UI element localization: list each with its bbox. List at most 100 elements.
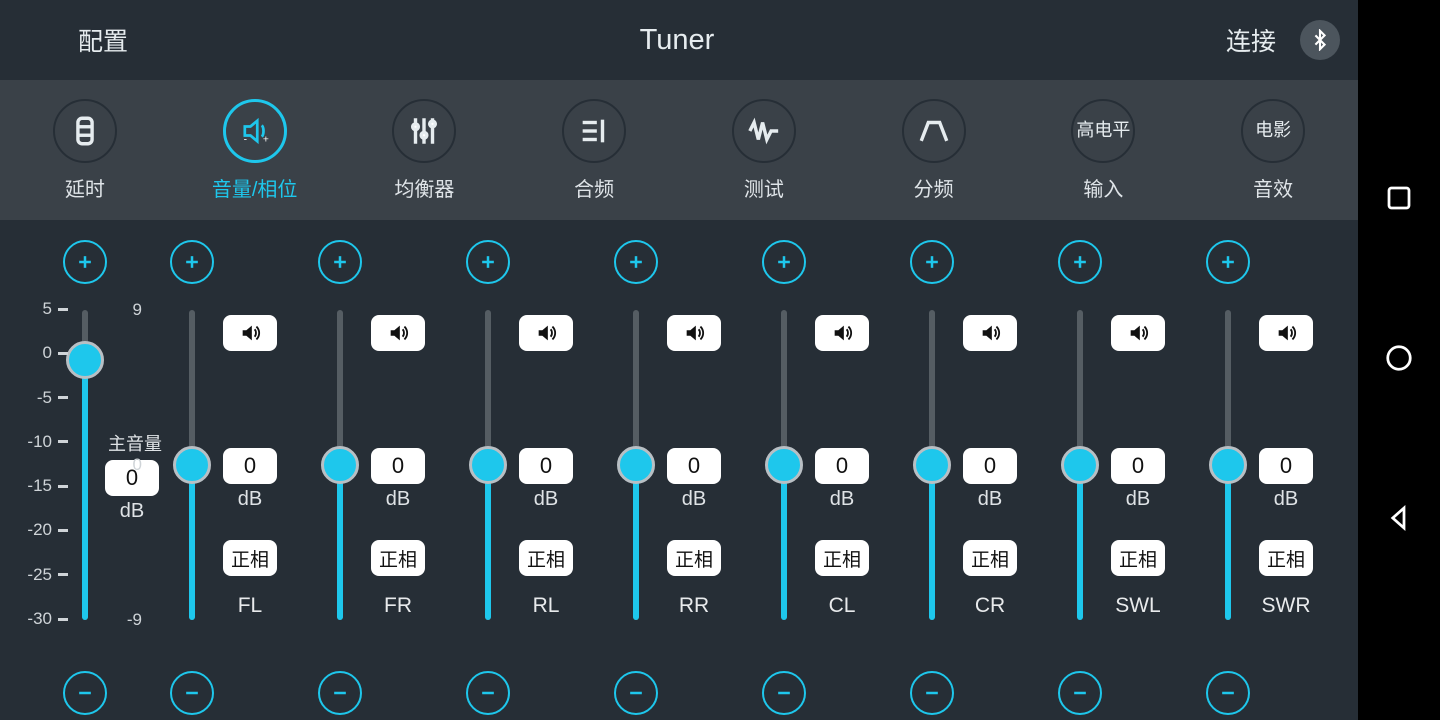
master-unit: dB xyxy=(105,500,159,523)
svg-text:-: - xyxy=(243,134,246,145)
ch-RR-slider[interactable] xyxy=(633,310,639,620)
ch-CR-minus-button[interactable] xyxy=(910,671,954,715)
ch-FL-phase-button[interactable]: 正相 xyxy=(223,540,277,576)
ch-CR-slider-thumb[interactable] xyxy=(913,446,951,484)
nav-back-icon[interactable] xyxy=(1384,503,1414,538)
ch-FR-minus-button[interactable] xyxy=(318,671,362,715)
ch-RR-slider-thumb[interactable] xyxy=(617,446,655,484)
ch-CR-label: CR xyxy=(949,594,1031,618)
ch-FR-slider[interactable] xyxy=(337,310,343,620)
ch-SWL-phase-button[interactable]: 正相 xyxy=(1111,540,1165,576)
ch-RR-minus-button[interactable] xyxy=(614,671,658,715)
config-button[interactable]: 配置 xyxy=(18,22,128,58)
ch-CR-phase-button[interactable]: 正相 xyxy=(963,540,1017,576)
ch-CL-plus-button[interactable] xyxy=(762,240,806,284)
ch-SWR-plus-button[interactable] xyxy=(1206,240,1250,284)
ch-RL-slider-thumb[interactable] xyxy=(469,446,507,484)
ch-CR-mute-button[interactable] xyxy=(963,315,1017,351)
tab-fx[interactable]: 电影音效 xyxy=(1188,99,1358,202)
ch-RL-label: RL xyxy=(505,594,587,618)
nav-home-icon[interactable] xyxy=(1384,343,1414,378)
ch-RL-phase-button[interactable]: 正相 xyxy=(519,540,573,576)
ch-FL-slider[interactable] xyxy=(189,310,195,620)
ch-RR-phase-button[interactable]: 正相 xyxy=(667,540,721,576)
ch-FR-mute-button[interactable] xyxy=(371,315,425,351)
ch-FR-phase-button[interactable]: 正相 xyxy=(371,540,425,576)
ch-CR-plus-button[interactable] xyxy=(910,240,954,284)
ch-SWR-phase-button[interactable]: 正相 xyxy=(1259,540,1313,576)
speaker-icon: -+ xyxy=(223,99,287,163)
ch-RL-plus-button[interactable] xyxy=(466,240,510,284)
tab-xover[interactable]: 分频 xyxy=(849,99,1019,202)
ch-SWR-mute-button[interactable] xyxy=(1259,315,1313,351)
ch-FR-unit: dB xyxy=(371,488,425,511)
ch-SWL-slider-thumb[interactable] xyxy=(1061,446,1099,484)
ch-CL-value[interactable]: 0 xyxy=(815,448,869,484)
ch-FL-minus-button[interactable] xyxy=(170,671,214,715)
ch-SWL-plus-button[interactable] xyxy=(1058,240,1102,284)
ch-FL-unit: dB xyxy=(223,488,277,511)
ch-RR-unit: dB xyxy=(667,488,721,511)
ch-CL-unit: dB xyxy=(815,488,869,511)
master-plus-button[interactable] xyxy=(63,240,107,284)
sliders-icon xyxy=(392,99,456,163)
ch-RL-unit: dB xyxy=(519,488,573,511)
tab-eq[interactable]: 均衡器 xyxy=(340,99,510,202)
tab-input[interactable]: 高电平输入 xyxy=(1019,99,1189,202)
ch-RR-plus-button[interactable] xyxy=(614,240,658,284)
ch-CR-value[interactable]: 0 xyxy=(963,448,1017,484)
ch-SWR-minus-button[interactable] xyxy=(1206,671,1250,715)
master-scale-tick: 0 xyxy=(12,343,72,363)
ch-RL-minus-button[interactable] xyxy=(466,671,510,715)
page-title: Tuner xyxy=(640,24,715,57)
ch-RR-mute-button[interactable] xyxy=(667,315,721,351)
ch-SWR-slider[interactable] xyxy=(1225,310,1231,620)
tab-label: 分频 xyxy=(914,173,954,202)
ch-SWL-value[interactable]: 0 xyxy=(1111,448,1165,484)
ch-SWL-mute-button[interactable] xyxy=(1111,315,1165,351)
master-scale-tick: -15 xyxy=(12,476,72,496)
master-scale-tick: 5 xyxy=(12,299,72,319)
wave-icon xyxy=(732,99,796,163)
ch-RR-value[interactable]: 0 xyxy=(667,448,721,484)
tab-label: 均衡器 xyxy=(394,173,454,202)
ch-RL-slider[interactable] xyxy=(485,310,491,620)
ch-SWR-slider-thumb[interactable] xyxy=(1209,446,1247,484)
connect-button[interactable]: 连接 xyxy=(1226,22,1276,58)
tab-volume[interactable]: -+音量/相位 xyxy=(170,99,340,202)
ch-SWR-label: SWR xyxy=(1245,594,1327,618)
ch-FL-plus-button[interactable] xyxy=(170,240,214,284)
tab-delay[interactable]: 延时 xyxy=(0,99,170,202)
tab-test[interactable]: 测试 xyxy=(679,99,849,202)
ch-SWL-label: SWL xyxy=(1097,594,1179,618)
ch-FR-slider-thumb[interactable] xyxy=(321,446,359,484)
master-scale-tick: -25 xyxy=(12,565,72,585)
tab-label: 音效 xyxy=(1253,173,1293,202)
ch-CL-slider[interactable] xyxy=(781,310,787,620)
tab-label: 音量/相位 xyxy=(212,173,298,202)
bluetooth-icon[interactable] xyxy=(1300,20,1340,60)
master-minus-button[interactable] xyxy=(63,671,107,715)
ch-FL-slider-thumb[interactable] xyxy=(173,446,211,484)
ch-FL-mute-button[interactable] xyxy=(223,315,277,351)
ch-SWR-value[interactable]: 0 xyxy=(1259,448,1313,484)
tab-label: 合频 xyxy=(574,173,614,202)
tab-label: 测试 xyxy=(744,173,784,202)
ch-CL-phase-button[interactable]: 正相 xyxy=(815,540,869,576)
ch-FR-value[interactable]: 0 xyxy=(371,448,425,484)
ch-RL-value[interactable]: 0 xyxy=(519,448,573,484)
ch-CR-slider[interactable] xyxy=(929,310,935,620)
nav-recent-icon[interactable] xyxy=(1384,183,1414,218)
master-slider[interactable] xyxy=(82,310,88,620)
ch-RL-mute-button[interactable] xyxy=(519,315,573,351)
ch-SWL-slider[interactable] xyxy=(1077,310,1083,620)
ch-CL-minus-button[interactable] xyxy=(762,671,806,715)
ch-CL-slider-thumb[interactable] xyxy=(765,446,803,484)
master-scale-tick: -10 xyxy=(12,432,72,452)
ch-FR-plus-button[interactable] xyxy=(318,240,362,284)
ch-SWL-minus-button[interactable] xyxy=(1058,671,1102,715)
ch-CL-mute-button[interactable] xyxy=(815,315,869,351)
svg-text:+: + xyxy=(263,134,269,145)
tab-merge[interactable]: 合频 xyxy=(509,99,679,202)
ch-FL-value[interactable]: 0 xyxy=(223,448,277,484)
